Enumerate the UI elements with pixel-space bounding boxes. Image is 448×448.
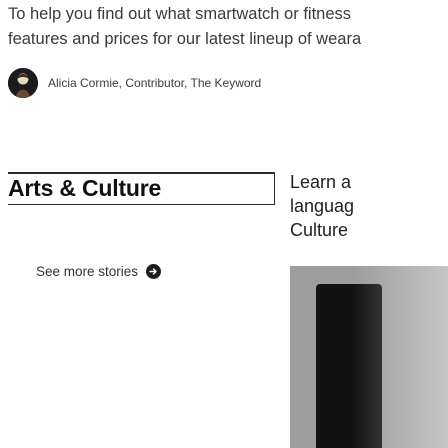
author-byline-text: Alicia Cormie, Contributor, The Keyword xyxy=(48,76,262,90)
section-heading[interactable]: Arts & Culture xyxy=(8,175,161,202)
see-more-label: See more stories xyxy=(36,264,139,279)
arrow-right-icon xyxy=(146,264,162,279)
author-byline: Alicia Cormie, Contributor, The Keyword xyxy=(8,68,261,98)
image-light-gradient xyxy=(290,266,448,448)
author-avatar xyxy=(8,68,38,98)
article-dek: To help you find out what smartwatch or … xyxy=(8,2,448,52)
article-dek-line-2: features and prices for our latest lineu… xyxy=(8,30,362,48)
story-card-title[interactable]: Learn a languag Culture xyxy=(290,170,448,242)
story-card-title-line-2: languag xyxy=(290,196,355,216)
story-card-title-line-3: Culture xyxy=(290,220,349,240)
article-dek-line-1: To help you find out what smartwatch or … xyxy=(8,5,352,23)
story-card-title-line-1: Learn a xyxy=(290,172,352,192)
section-heading-box[interactable]: Arts & Culture xyxy=(8,172,275,205)
story-card-image[interactable] xyxy=(290,266,448,448)
see-more-stories-link[interactable]: See more stories xyxy=(36,264,162,279)
